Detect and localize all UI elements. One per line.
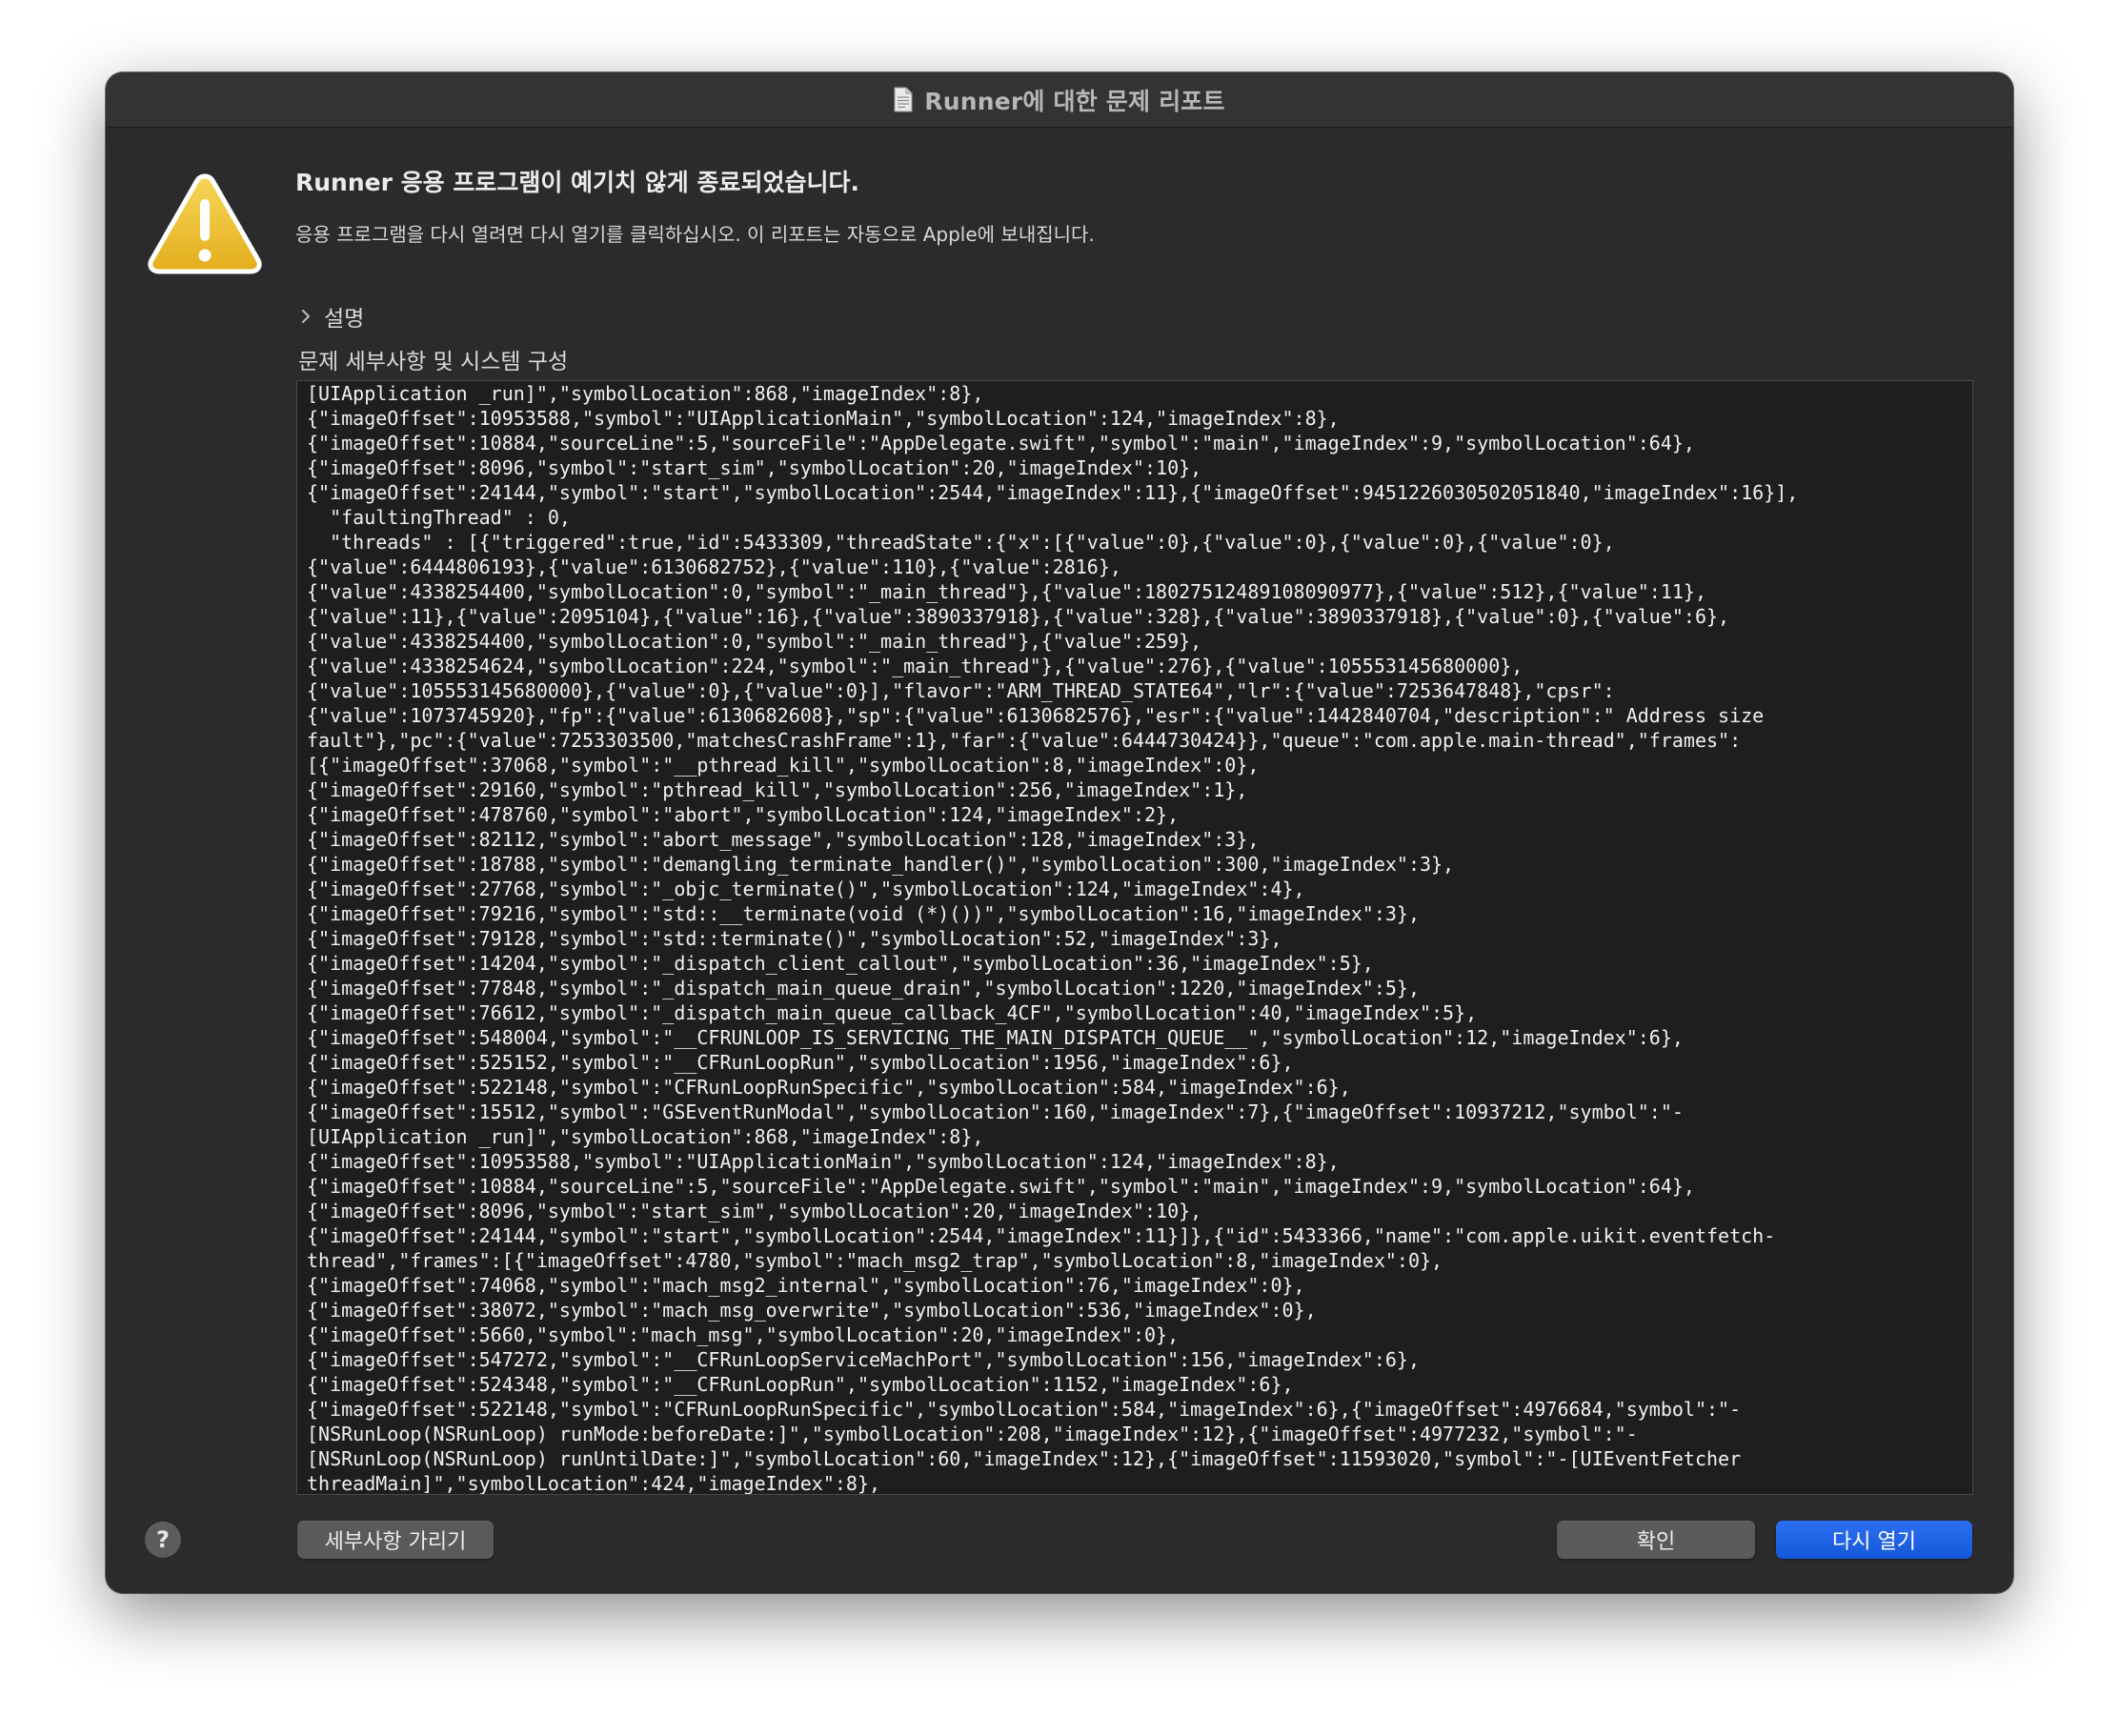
details-line: [UIApplication _run]","symbolLocation":8…	[307, 382, 984, 405]
details-text: [UIApplication _run]","symbolLocation":8…	[297, 381, 1972, 1495]
details-line: {"imageOffset":522148,"symbol":"CFRunLoo…	[307, 1398, 1742, 1421]
details-line: {"imageOffset":525152,"symbol":"__CFRunL…	[307, 1051, 1294, 1074]
ok-button[interactable]: 확인	[1557, 1521, 1755, 1559]
details-line: {"imageOffset":10884,"sourceLine":5,"sou…	[307, 432, 1695, 454]
details-line: {"imageOffset":82112,"symbol":"abort_mes…	[307, 828, 1260, 851]
details-line: {"imageOffset":8096,"symbol":"start_sim"…	[307, 1200, 1202, 1222]
details-line: {"imageOffset":548004,"symbol":"__CFRUNL…	[307, 1026, 1684, 1049]
details-line: {"imageOffset":79216,"symbol":"std::__te…	[307, 902, 1420, 925]
details-line: {"imageOffset":18788,"symbol":"demanglin…	[307, 853, 1455, 876]
details-line: {"imageOffset":547272,"symbol":"__CFRunL…	[307, 1348, 1420, 1371]
details-line: {"imageOffset":79128,"symbol":"std::term…	[307, 927, 1282, 950]
details-line: thread","frames":[{"imageOffset":4780,"s…	[307, 1249, 1443, 1272]
hide-details-button[interactable]: 세부사항 가리기	[297, 1521, 494, 1559]
details-line: {"imageOffset":15512,"symbol":"GSEventRu…	[307, 1100, 1684, 1123]
details-line: [NSRunLoop(NSRunLoop) runMode:beforeDate…	[307, 1423, 1638, 1445]
details-line: [UIApplication _run]","symbolLocation":8…	[307, 1125, 984, 1148]
details-line: {"imageOffset":74068,"symbol":"mach_msg2…	[307, 1274, 1305, 1297]
description-disclosure[interactable]: 설명	[299, 301, 364, 332]
details-line: {"imageOffset":38072,"symbol":"mach_msg_…	[307, 1299, 1317, 1322]
details-line: [{"imageOffset":37068,"symbol":"__pthrea…	[307, 754, 1260, 777]
details-line: {"imageOffset":8096,"symbol":"start_sim"…	[307, 456, 1202, 479]
details-text-area[interactable]: [UIApplication _run]","symbolLocation":8…	[296, 380, 1973, 1495]
details-line: "threads" : [{"triggered":true,"id":5433…	[307, 531, 1615, 554]
details-line: {"imageOffset":10884,"sourceLine":5,"sou…	[307, 1175, 1695, 1198]
details-line: {"imageOffset":14204,"symbol":"_dispatch…	[307, 952, 1374, 975]
details-line: {"imageOffset":524348,"symbol":"__CFRunL…	[307, 1373, 1294, 1396]
alert-message: 응용 프로그램을 다시 열려면 다시 열기를 클릭하십시오. 이 리포트는 자동…	[295, 223, 1095, 246]
details-line: {"imageOffset":5660,"symbol":"mach_msg",…	[307, 1323, 1180, 1346]
warning-icon	[148, 173, 262, 274]
details-line: {"imageOffset":522148,"symbol":"CFRunLoo…	[307, 1076, 1351, 1099]
details-line: {"value":105553145680000},{"value":0},{"…	[307, 679, 1615, 702]
details-line: {"imageOffset":29160,"symbol":"pthread_k…	[307, 778, 1248, 801]
title-bar[interactable]: Runner에 대한 문제 리포트	[106, 72, 2013, 128]
details-line: {"imageOffset":10953588,"symbol":"UIAppl…	[307, 1150, 1340, 1173]
details-line: [NSRunLoop(NSRunLoop) runUntilDate:]","s…	[307, 1447, 1742, 1470]
reopen-button[interactable]: 다시 열기	[1776, 1521, 1972, 1559]
help-button[interactable]: ?	[145, 1522, 181, 1558]
details-line: fault"},"pc":{"value":7253303500,"matche…	[307, 729, 1742, 752]
chevron-right-icon	[302, 310, 310, 323]
details-line: {"imageOffset":76612,"symbol":"_dispatch…	[307, 1001, 1478, 1024]
details-line: {"imageOffset":77848,"symbol":"_dispatch…	[307, 977, 1420, 999]
details-line: {"value":4338254400,"symbolLocation":0,"…	[307, 580, 1707, 603]
details-line: {"value":6444806193},{"value":6130682752…	[307, 555, 1121, 578]
alert-headline: Runner 응용 프로그램이 예기치 않게 종료되었습니다.	[295, 169, 859, 196]
description-label: 설명	[324, 307, 365, 332]
document-icon	[894, 87, 913, 112]
details-line: {"imageOffset":24144,"symbol":"start","s…	[307, 481, 1799, 504]
details-line: {"imageOffset":10953588,"symbol":"UIAppl…	[307, 407, 1340, 430]
window-title: Runner에 대한 문제 리포트	[924, 87, 1225, 115]
details-line: threadMain]","symbolLocation":424,"image…	[307, 1472, 881, 1495]
details-line: {"imageOffset":27768,"symbol":"_objc_ter…	[307, 878, 1305, 900]
details-label: 문제 세부사항 및 시스템 구성	[298, 350, 569, 374]
details-line: {"value":1073745920},"fp":{"value":61306…	[307, 704, 1765, 727]
details-line: {"value":11},{"value":2095104},{"value":…	[307, 605, 1730, 628]
problem-report-window: Runner에 대한 문제 리포트 Runner 응용 프로그램이 예기치 않게…	[106, 72, 2013, 1593]
details-line: {"imageOffset":24144,"symbol":"start","s…	[307, 1224, 1776, 1247]
details-line: {"value":4338254624,"symbolLocation":224…	[307, 655, 1524, 677]
details-line: {"value":4338254400,"symbolLocation":0,"…	[307, 630, 1202, 653]
details-line: {"imageOffset":478760,"symbol":"abort","…	[307, 803, 1180, 826]
details-line: "faultingThread" : 0,	[307, 506, 571, 529]
